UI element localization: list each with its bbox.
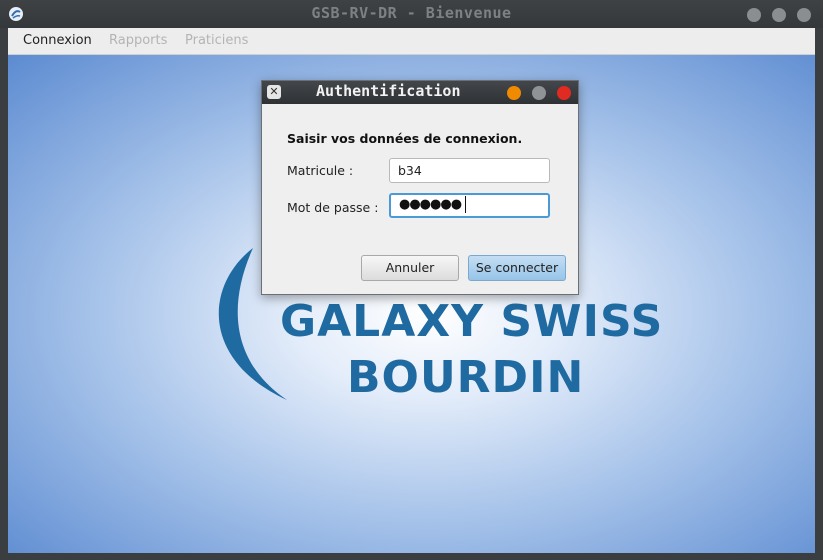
dialog-minimize-button[interactable] [507, 86, 521, 100]
window-bottom-frame [0, 553, 823, 560]
window-title: GSB-RV-DR - Bienvenue [311, 4, 512, 22]
dialog-maximize-button[interactable] [532, 86, 546, 100]
menubar: Connexion Rapports Praticiens [8, 28, 815, 55]
maximize-button[interactable] [772, 8, 786, 22]
menu-connexion[interactable]: Connexion [23, 33, 92, 48]
connect-button[interactable]: Se connecter [468, 255, 566, 281]
password-mask: ●●●●●● [399, 197, 462, 212]
dialog-title: Authentification [316, 82, 461, 100]
matricule-input[interactable] [389, 158, 550, 183]
window-titlebar[interactable]: GSB-RV-DR - Bienvenue [0, 0, 823, 28]
logo-text-line1: GALAXY SWISS [280, 296, 664, 347]
auth-dialog: ✕ Authentification Saisir vos données de… [261, 80, 579, 295]
minimize-button[interactable] [747, 8, 761, 22]
cancel-button[interactable]: Annuler [361, 255, 459, 281]
main-window: GSB-RV-DR - Bienvenue Connexion Rapports… [0, 0, 823, 560]
menu-praticiens[interactable]: Praticiens [185, 33, 248, 48]
logo-text-line2: BOURDIN [347, 352, 585, 403]
dialog-close-button[interactable] [557, 86, 571, 100]
dialog-titlebar[interactable]: ✕ Authentification [262, 81, 578, 104]
matricule-label: Matricule : [287, 163, 354, 178]
menu-rapports[interactable]: Rapports [109, 33, 167, 48]
text-caret [465, 196, 466, 213]
close-button[interactable] [797, 8, 811, 22]
password-label: Mot de passe : [287, 200, 379, 215]
dialog-close-icon[interactable]: ✕ [267, 85, 281, 99]
dialog-heading: Saisir vos données de connexion. [287, 131, 523, 146]
